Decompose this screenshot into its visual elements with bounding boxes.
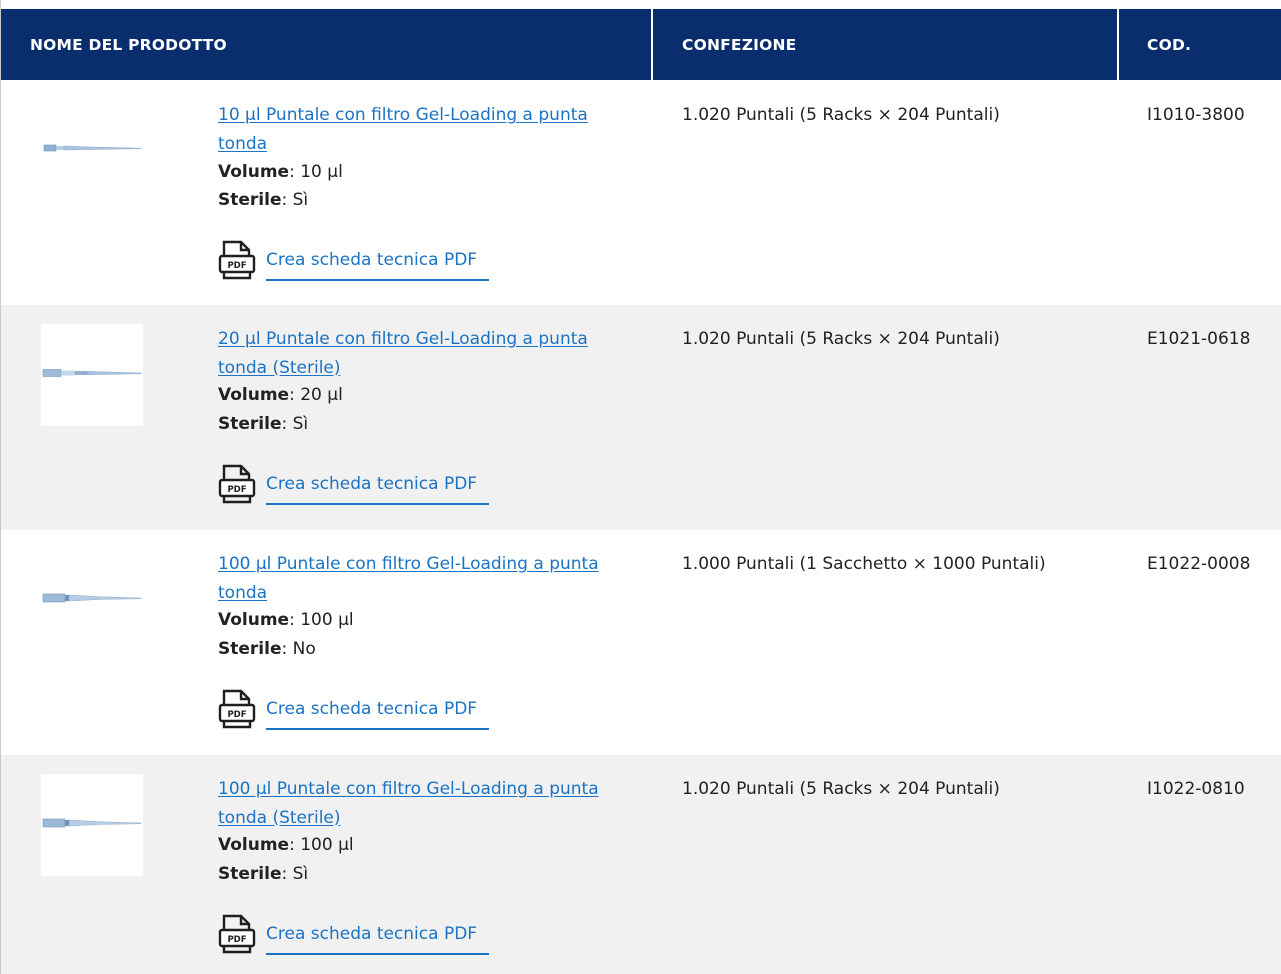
sterile-value: Sì [292, 190, 309, 210]
create-pdf-link[interactable]: PDF Crea scheda tecnica PDF [218, 688, 489, 730]
volume-value: 100 µl [300, 835, 354, 855]
pack-cell: 1.020 Puntali (5 Racks × 204 Puntali) [682, 329, 1000, 349]
column-header-code: COD. [1147, 35, 1192, 54]
volume-spec: Volume: 100 µl [218, 835, 354, 855]
pipette-tip-image [42, 818, 142, 828]
pack-cell: 1.020 Puntali (5 Racks × 204 Puntali) [682, 105, 1000, 125]
pipette-tip-image [42, 369, 142, 377]
sterile-spec: Sterile: Sì [218, 864, 309, 884]
product-image[interactable] [41, 774, 143, 876]
table-row: 100 µl Puntale con filtro Gel-Loading a … [1, 530, 1281, 755]
create-pdf-label: Crea scheda tecnica PDF [266, 250, 478, 270]
create-pdf-link[interactable]: PDF Crea scheda tecnica PDF [218, 913, 489, 955]
create-pdf-label: Crea scheda tecnica PDF [266, 699, 478, 719]
link-underline [266, 503, 489, 505]
code-cell: E1021-0618 [1147, 329, 1251, 349]
pdf-file-icon: PDF [218, 240, 256, 280]
column-header-pack: CONFEZIONE [682, 35, 797, 54]
sterile-label: Sterile [218, 864, 282, 884]
volume-label: Volume [218, 835, 290, 855]
pipette-tip-image [43, 144, 142, 152]
sterile-label: Sterile [218, 190, 282, 210]
table-row: 100 µl Puntale con filtro Gel-Loading a … [1, 755, 1281, 974]
create-pdf-link[interactable]: PDF Crea scheda tecnica PDF [218, 239, 489, 281]
pdf-icon-label: PDF [227, 261, 246, 271]
product-link[interactable]: 100 µl Puntale con filtro Gel-Loading a … [218, 550, 628, 607]
product-link[interactable]: 20 µl Puntale con filtro Gel-Loading a p… [218, 325, 628, 382]
link-underline [266, 953, 489, 955]
volume-spec: Volume: 20 µl [218, 385, 343, 405]
pdf-icon-label: PDF [227, 935, 246, 945]
sterile-spec: Sterile: No [218, 639, 316, 659]
pdf-file-icon: PDF [218, 914, 256, 954]
sterile-label: Sterile [218, 639, 282, 659]
product-image[interactable] [41, 549, 143, 651]
link-underline [266, 728, 489, 730]
column-header-name: NOME DEL PRODOTTO [30, 35, 227, 54]
code-cell: E1022-0008 [1147, 554, 1251, 574]
volume-label: Volume [218, 385, 290, 405]
sterile-value: No [292, 639, 316, 659]
pdf-icon-label: PDF [227, 710, 246, 720]
volume-value: 100 µl [300, 610, 354, 630]
table-header: NOME DEL PRODOTTO CONFEZIONE COD. [1, 0, 1281, 80]
volume-label: Volume [218, 162, 290, 182]
volume-spec: Volume: 100 µl [218, 610, 354, 630]
create-pdf-label: Crea scheda tecnica PDF [266, 474, 478, 494]
pdf-file-icon: PDF [218, 464, 256, 504]
sterile-value: Sì [292, 864, 309, 884]
volume-spec: Volume: 10 µl [218, 162, 343, 182]
product-image[interactable] [41, 99, 143, 201]
product-table: NOME DEL PRODOTTO CONFEZIONE COD. 10 µl … [0, 0, 1281, 974]
sterile-spec: Sterile: Sì [218, 414, 309, 434]
link-underline [266, 279, 489, 281]
create-pdf-link[interactable]: PDF Crea scheda tecnica PDF [218, 463, 489, 505]
table-row: 20 µl Puntale con filtro Gel-Loading a p… [1, 305, 1281, 530]
sterile-label: Sterile [218, 414, 282, 434]
create-pdf-label: Crea scheda tecnica PDF [266, 924, 478, 944]
table-row: 10 µl Puntale con filtro Gel-Loading a p… [1, 80, 1281, 305]
product-link[interactable]: 100 µl Puntale con filtro Gel-Loading a … [218, 775, 628, 832]
column-divider [651, 9, 653, 80]
volume-value: 20 µl [300, 385, 343, 405]
pipette-tip-image [42, 593, 142, 603]
volume-label: Volume [218, 610, 290, 630]
pack-cell: 1.020 Puntali (5 Racks × 204 Puntali) [682, 779, 1000, 799]
product-image[interactable] [41, 324, 143, 426]
column-divider [1117, 9, 1119, 80]
pack-cell: 1.000 Puntali (1 Sacchetto × 1000 Puntal… [682, 554, 1046, 574]
pdf-file-icon: PDF [218, 689, 256, 729]
sterile-spec: Sterile: Sì [218, 190, 309, 210]
product-link[interactable]: 10 µl Puntale con filtro Gel-Loading a p… [218, 101, 628, 158]
code-cell: I1022-0810 [1147, 779, 1245, 799]
pdf-icon-label: PDF [227, 485, 246, 495]
code-cell: I1010-3800 [1147, 105, 1245, 125]
sterile-value: Sì [292, 414, 309, 434]
volume-value: 10 µl [300, 162, 343, 182]
